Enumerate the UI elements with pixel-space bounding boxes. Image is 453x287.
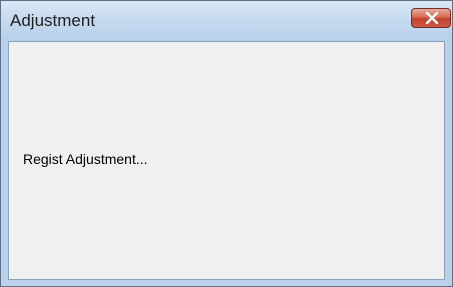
dialog-content: Regist Adjustment...: [8, 41, 445, 280]
window-title: Adjustment: [10, 11, 96, 30]
adjustment-dialog-window: Adjustment Regist Adjustment...: [0, 0, 453, 287]
close-icon: [425, 12, 439, 24]
close-button[interactable]: [411, 8, 451, 28]
title-bar[interactable]: Adjustment: [1, 1, 452, 41]
status-message: Regist Adjustment...: [23, 151, 148, 167]
